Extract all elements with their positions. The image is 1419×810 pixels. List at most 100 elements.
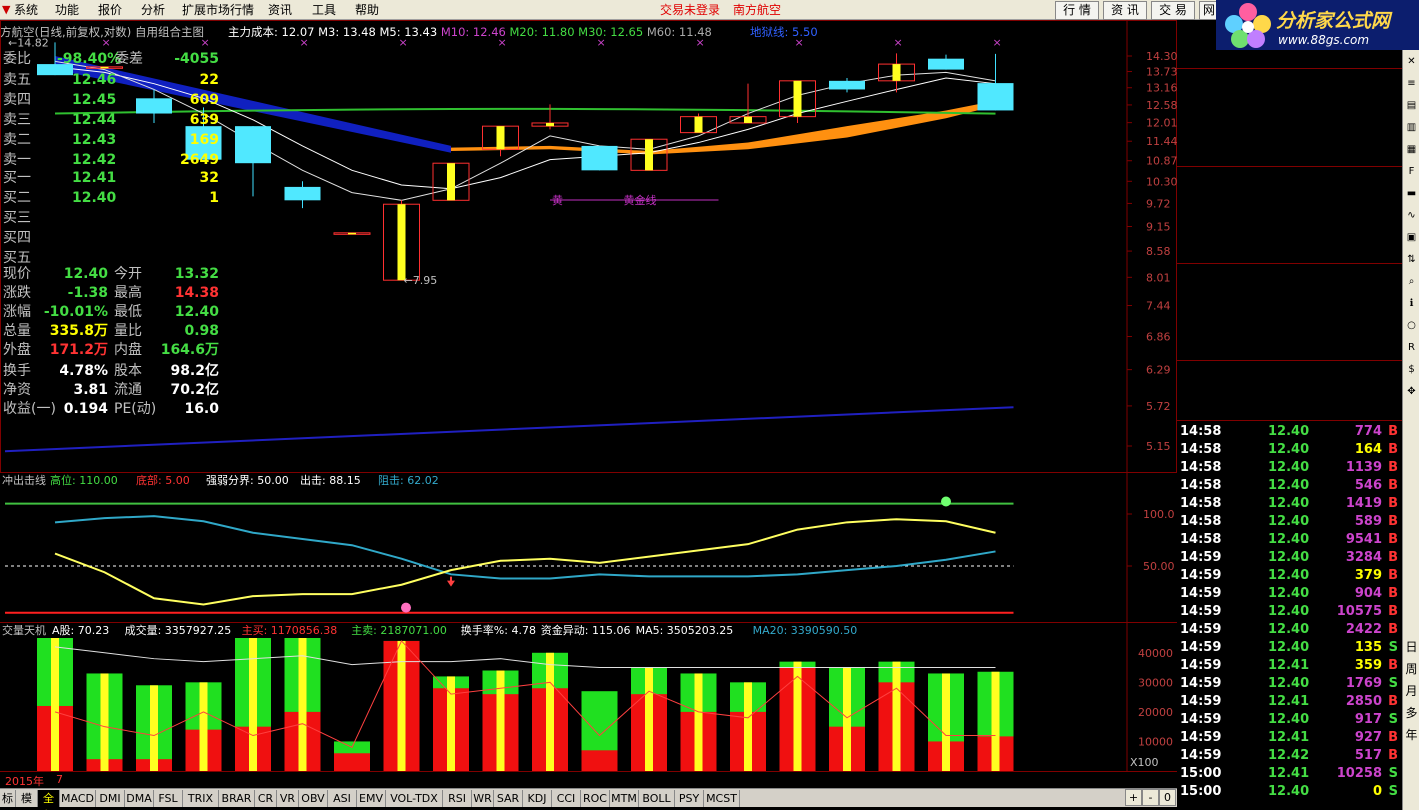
tab-trix[interactable]: TRIX (183, 790, 219, 807)
tick-side: B (1388, 748, 1398, 763)
tick-side: B (1388, 442, 1398, 457)
trade-button[interactable]: 交 易 (1151, 1, 1195, 20)
candle-body-down (284, 186, 321, 201)
period-shortcut-1[interactable]: 周 (1404, 662, 1419, 677)
tick-side: S (1388, 640, 1398, 655)
period-shortcut-4[interactable]: 年 (1404, 728, 1419, 743)
chart-icon[interactable]: ▤ (1404, 98, 1419, 113)
tick-row: 14:58 12.40 589 B (1177, 513, 1402, 531)
tab-boll[interactable]: BOLL (639, 790, 675, 807)
tick-row: 14:59 12.40 3284 B (1177, 549, 1402, 567)
list-icon[interactable]: ≡ (1404, 76, 1419, 91)
menu-function[interactable]: 功能 (55, 2, 79, 18)
stat-value: -1.38 (67, 285, 108, 301)
tab-kdj[interactable]: KDJ (523, 790, 552, 807)
tick-time: 14:59 (1180, 694, 1222, 709)
sub2-title: 交量天机 (2, 623, 46, 637)
k-icon[interactable]: ▥ (1404, 120, 1419, 135)
tab-标[interactable]: 标 (0, 790, 16, 807)
tick-time: 14:59 (1180, 622, 1222, 637)
stat-label-2: 今开 (114, 266, 142, 282)
sell-row-0: 卖五 12.46 22 (0, 71, 225, 90)
menu-system[interactable]: 系统 (14, 2, 38, 18)
x-icon[interactable]: ✕ (1404, 54, 1419, 69)
f10-icon[interactable]: F (1404, 164, 1419, 179)
tick-row: 14:58 12.40 1419 B (1177, 495, 1402, 513)
tick-volume: 2422 (1345, 622, 1382, 637)
tick-side: B (1388, 496, 1398, 511)
quote-button[interactable]: 行 情 (1055, 1, 1099, 20)
tab-wr[interactable]: WR (472, 790, 494, 807)
tab-vol-tdx[interactable]: VOL-TDX (386, 790, 443, 807)
rank-icon[interactable]: ⇅ (1404, 252, 1419, 267)
sell-price: 12.42 (72, 152, 117, 168)
menu-quote[interactable]: 报价 (98, 2, 122, 18)
stat2-value-2: 98.2亿 (170, 363, 219, 379)
tab-mcst[interactable]: MCST (704, 790, 740, 807)
tab-brar[interactable]: BRAR (219, 790, 255, 807)
tick-volume: 1419 (1345, 496, 1382, 511)
menu-tools[interactable]: 工具 (312, 2, 336, 18)
diff-label: 委差 (115, 51, 143, 67)
app-logo-icon: ▼ (2, 3, 11, 16)
buy-row-1: 买二 12.40 1 (0, 189, 225, 208)
tab-dma[interactable]: DMA (125, 790, 154, 807)
menu-news[interactable]: 资讯 (268, 2, 292, 18)
table-icon[interactable]: ▣ (1404, 230, 1419, 245)
dollar-icon[interactable]: $ (1404, 362, 1419, 377)
rss-icon[interactable]: R (1404, 340, 1419, 355)
stat2-label: 净资 (3, 382, 31, 398)
period-shortcut-0[interactable]: 日 (1404, 640, 1419, 655)
tick-volume: 1769 (1345, 676, 1382, 691)
line-icon[interactable]: ∿ (1404, 208, 1419, 223)
tab-roc[interactable]: ROC (581, 790, 610, 807)
tab-vr[interactable]: VR (277, 790, 299, 807)
reset-button[interactable]: 0 (1159, 789, 1176, 806)
tick-price: 12.40 (1268, 712, 1310, 727)
tab-emv[interactable]: EMV (357, 790, 386, 807)
top-marker: × (696, 36, 705, 49)
menu-analysis[interactable]: 分析 (141, 2, 165, 18)
circle-icon[interactable]: ○ (1404, 318, 1419, 333)
tab-mtm[interactable]: MTM (610, 790, 639, 807)
sub2-y-label: 40000 (1138, 647, 1173, 660)
zoom-in-button[interactable]: + (1125, 789, 1142, 806)
trade-login-status[interactable]: 交易未登录 (660, 2, 720, 18)
y-tick-label: 6.86 (1146, 331, 1171, 344)
volume-core (249, 638, 257, 771)
tab-全部[interactable]: 全部 (38, 790, 60, 810)
tab-asi[interactable]: ASI (328, 790, 357, 807)
grid-icon[interactable]: ▦ (1404, 142, 1419, 157)
y-tick-label: 8.58 (1146, 245, 1171, 258)
arrow-icon[interactable]: ✥ (1404, 384, 1419, 399)
tab-sar[interactable]: SAR (494, 790, 523, 807)
search-icon[interactable]: ⌕ (1404, 274, 1419, 289)
tick-row: 14:58 12.40 546 B (1177, 477, 1402, 495)
tab-cr[interactable]: CR (255, 790, 277, 807)
bar-icon[interactable]: ▬ (1404, 186, 1419, 201)
info-icon[interactable]: ℹ (1404, 296, 1419, 311)
zoom-out-button[interactable]: - (1142, 789, 1159, 806)
tab-模板[interactable]: 模板 (16, 790, 38, 810)
top-marker: × (102, 36, 111, 49)
volume-core (199, 682, 208, 771)
stat-row-2: 涨幅 -10.01% 最低 12.40 (0, 303, 225, 322)
period-shortcut-3[interactable]: 多 (1404, 706, 1419, 721)
tab-dmi[interactable]: DMI (96, 790, 125, 807)
menu-help[interactable]: 帮助 (355, 2, 379, 18)
tab-macd[interactable]: MACD (60, 790, 96, 807)
tab-cci[interactable]: CCI (552, 790, 581, 807)
menu-ext-market[interactable]: 扩展市场行情 (182, 2, 254, 18)
sub2-item-4: 换手率%: 4.78 (461, 623, 536, 637)
period-shortcut-2[interactable]: 月 (1404, 684, 1419, 699)
tab-obv[interactable]: OBV (299, 790, 328, 807)
tab-rsi[interactable]: RSI (443, 790, 472, 807)
candle-body-down (235, 126, 271, 164)
news-button[interactable]: 资 讯 (1103, 1, 1147, 20)
stat-label: 现价 (3, 266, 31, 282)
tab-fsl[interactable]: FSL (154, 790, 183, 807)
tick-price: 12.40 (1268, 514, 1310, 529)
stat-row-4: 外盘 171.2万 内盘 164.6万 (0, 341, 225, 360)
sub1-y-label: 50.00 (1143, 560, 1175, 573)
tab-psy[interactable]: PSY (675, 790, 704, 807)
